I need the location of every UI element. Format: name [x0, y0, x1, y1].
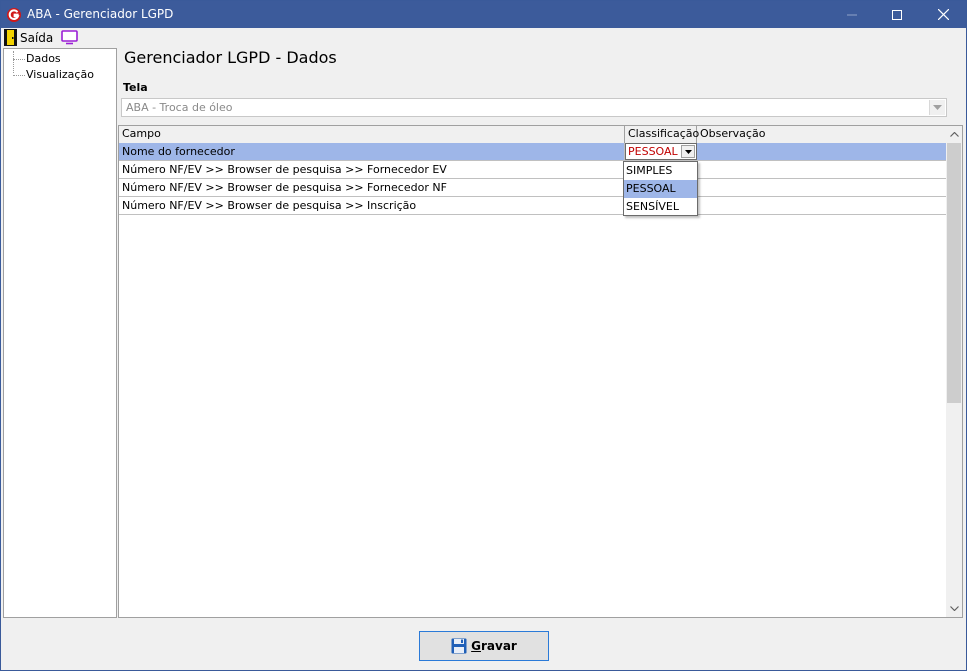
save-button[interactable]: Gravar: [419, 631, 549, 661]
cell-campo[interactable]: Nome do fornecedor: [119, 143, 625, 160]
window-title: ABA - Gerenciador LGPD: [27, 7, 174, 21]
tree-item-label: Visualização: [26, 68, 94, 81]
chevron-up-icon: [949, 132, 959, 137]
column-header-campo[interactable]: Campo: [119, 126, 625, 143]
tela-select[interactable]: ABA - Troca de óleo: [121, 98, 947, 117]
exit-menu-item[interactable]: Saída: [20, 31, 53, 45]
cell-campo[interactable]: Número NF/EV >> Browser de pesquisa >> F…: [119, 179, 625, 196]
cell-observacao[interactable]: [697, 197, 947, 214]
minimize-button[interactable]: [829, 1, 875, 28]
fields-grid[interactable]: Campo Classificação Observação Nome do f…: [118, 125, 963, 618]
save-label-rest: ravar: [481, 639, 517, 653]
classificacao-dropdown-button[interactable]: [681, 145, 695, 158]
cell-observacao[interactable]: [697, 161, 947, 178]
scroll-thumb[interactable]: [947, 143, 961, 403]
maximize-button[interactable]: [874, 1, 920, 28]
tree-item-visualizacao[interactable]: Visualização: [4, 67, 114, 83]
navigation-tree: Dados Visualização: [3, 48, 117, 618]
classificacao-editor-value: PESSOAL: [628, 145, 678, 158]
tela-select-value: ABA - Troca de óleo: [126, 101, 233, 114]
title-bar[interactable]: ABA - Gerenciador LGPD: [1, 1, 966, 28]
close-icon: [937, 9, 949, 20]
tree-branch-line: [13, 59, 25, 60]
monitor-icon[interactable]: [61, 30, 78, 45]
dropdown-option-simples[interactable]: SIMPLES: [624, 162, 697, 180]
dropdown-option-pessoal[interactable]: PESSOAL: [624, 180, 697, 198]
table-row[interactable]: Nome do fornecedor PESSOAL: [119, 143, 947, 161]
table-row[interactable]: Número NF/EV >> Browser de pesquisa >> F…: [119, 161, 947, 179]
chevron-down-icon: [949, 606, 959, 611]
cell-campo[interactable]: Número NF/EV >> Browser de pesquisa >> I…: [119, 197, 625, 214]
classificacao-editor[interactable]: PESSOAL: [625, 143, 697, 160]
classificacao-dropdown-list: SIMPLES PESSOAL SENSÍVEL: [623, 161, 698, 216]
tela-select-button[interactable]: [929, 100, 945, 115]
tree-item-dados[interactable]: Dados: [4, 51, 114, 67]
scroll-up-button[interactable]: [946, 126, 962, 143]
save-button-label: Gravar: [471, 639, 517, 653]
chevron-down-icon: [933, 105, 942, 110]
dropdown-option-sensivel[interactable]: SENSÍVEL: [624, 198, 697, 216]
floppy-disk-icon: [451, 638, 467, 654]
table-row[interactable]: Número NF/EV >> Browser de pesquisa >> I…: [119, 197, 947, 215]
column-header-observacao[interactable]: Observação: [697, 126, 947, 143]
save-label-mnemonic: G: [471, 639, 481, 653]
tree-branch-line: [13, 75, 25, 76]
cell-observacao[interactable]: [697, 143, 947, 160]
door-exit-icon[interactable]: [4, 29, 17, 46]
vertical-scrollbar[interactable]: [946, 126, 962, 617]
scroll-down-button[interactable]: [946, 600, 962, 617]
table-row[interactable]: Número NF/EV >> Browser de pesquisa >> F…: [119, 179, 947, 197]
cell-campo[interactable]: Número NF/EV >> Browser de pesquisa >> F…: [119, 161, 625, 178]
app-window: ABA - Gerenciador LGPD Saída Dados Visua…: [0, 0, 967, 671]
maximize-icon: [892, 9, 902, 20]
app-logo-icon: [7, 8, 21, 22]
chevron-down-icon: [684, 149, 692, 154]
tela-label: Tela: [123, 81, 148, 94]
column-header-classificacao[interactable]: Classificação: [625, 126, 699, 143]
grid-header: Campo Classificação Observação: [119, 126, 947, 144]
minimize-icon: [847, 14, 857, 15]
close-button[interactable]: [920, 1, 966, 28]
page-title: Gerenciador LGPD - Dados: [124, 48, 337, 67]
tree-item-label: Dados: [26, 52, 61, 65]
cell-observacao[interactable]: [697, 179, 947, 196]
menu-bar: Saída: [1, 28, 966, 47]
